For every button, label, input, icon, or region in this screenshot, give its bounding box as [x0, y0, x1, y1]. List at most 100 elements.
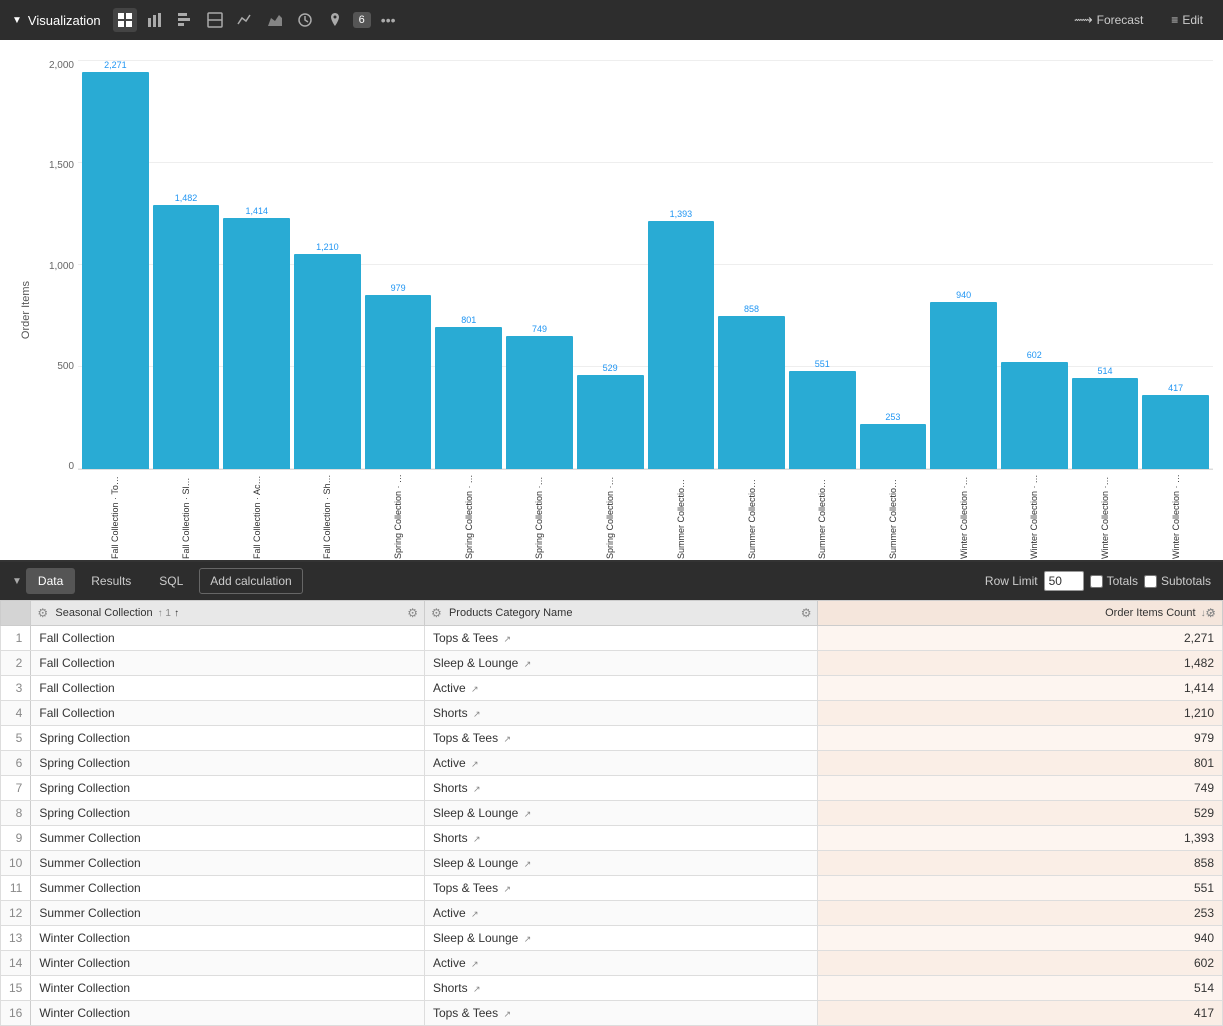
table-view-icon[interactable] — [113, 8, 137, 32]
bar-group: 1,414 — [223, 60, 290, 469]
bar-group: 551 — [789, 60, 856, 469]
table-row: 11Summer CollectionTops & Tees ↗551 — [1, 876, 1223, 901]
column-chart-icon[interactable] — [173, 8, 197, 32]
bar[interactable] — [577, 375, 644, 469]
row-number: 14 — [1, 951, 31, 976]
table-row: 4Fall CollectionShorts ↗1,210 — [1, 701, 1223, 726]
x-label-text: Spring Collection · Sleep & Lounge ↗ — [605, 474, 615, 559]
x-label-group: Summer Collection · Active ↗ — [860, 470, 927, 560]
bar[interactable] — [1072, 378, 1139, 469]
subtotals-checkbox[interactable] — [1144, 575, 1157, 588]
cell-seasonal: Fall Collection — [31, 701, 425, 726]
edit-label: Edit — [1182, 13, 1203, 27]
row-number: 1 — [1, 626, 31, 651]
cell-seasonal: Winter Collection — [31, 951, 425, 976]
table-row: 14Winter CollectionActive ↗602 — [1, 951, 1223, 976]
th-products[interactable]: ⚙ Products Category Name ⚙ — [424, 601, 818, 626]
th-count[interactable]: Order Items Count ↓ 2 ⚙ — [818, 601, 1223, 626]
map-pin-icon[interactable] — [323, 8, 347, 32]
bar[interactable] — [930, 302, 997, 469]
clock-icon[interactable] — [293, 8, 317, 32]
x-label-group: Fall Collection · Active ↗ — [223, 470, 290, 560]
more-options-icon[interactable]: ••• — [377, 8, 400, 32]
cell-seasonal: Spring Collection — [31, 776, 425, 801]
table-wrapper: ⚙ Seasonal Collection ↑ 1 ⚙ ⚙ Products C… — [0, 600, 1223, 1026]
bar[interactable] — [506, 336, 573, 469]
bar[interactable] — [789, 371, 856, 469]
row-number: 8 — [1, 801, 31, 826]
bar-group: 417 — [1142, 60, 1209, 469]
y-label-500: 500 — [57, 361, 74, 372]
x-label-text: Fall Collection · Tops & Tees ↗ — [110, 474, 120, 559]
cell-seasonal: Fall Collection — [31, 651, 425, 676]
line-chart-icon[interactable] — [233, 8, 257, 32]
chart-container: Order Items 2,000 1,500 1,000 500 0 2,27… — [0, 40, 1223, 560]
number-badge[interactable]: 6 — [353, 12, 371, 28]
th-products-settings[interactable]: ⚙ — [801, 606, 812, 620]
cell-seasonal: Winter Collection — [31, 976, 425, 1001]
bar[interactable] — [153, 205, 220, 469]
x-label-text: Fall Collection · Active ↗ — [252, 474, 262, 559]
table-row: 8Spring CollectionSleep & Lounge ↗529 — [1, 801, 1223, 826]
row-number: 5 — [1, 726, 31, 751]
bar-value: 749 — [532, 324, 547, 334]
x-label-group: Summer Collection · Tops & Tees ↗ — [789, 470, 856, 560]
bar[interactable] — [718, 316, 785, 469]
cell-products: Tops & Tees ↗ — [424, 1001, 818, 1026]
th-seasonal-gear[interactable]: ⚙ — [37, 606, 48, 620]
table-row: 12Summer CollectionActive ↗253 — [1, 901, 1223, 926]
tab-results[interactable]: Results — [79, 568, 143, 594]
cell-seasonal: Summer Collection — [31, 851, 425, 876]
add-calculation-button[interactable]: Add calculation — [199, 568, 302, 594]
y-label-2000: 2,000 — [49, 60, 74, 71]
bar-group: 749 — [506, 60, 573, 469]
tab-data[interactable]: Data — [26, 568, 75, 594]
bar[interactable] — [294, 254, 361, 469]
bar[interactable] — [648, 221, 715, 469]
bar[interactable] — [435, 327, 502, 469]
row-number: 7 — [1, 776, 31, 801]
dropdown-arrow-icon[interactable]: ▼ — [12, 15, 22, 26]
table-row: 6Spring CollectionActive ↗801 — [1, 751, 1223, 776]
toolbar-title: Visualization — [28, 13, 101, 28]
forecast-button[interactable]: ⟿ Forecast — [1066, 8, 1151, 32]
bar-group: 529 — [577, 60, 644, 469]
toolbar-right-actions: ⟿ Forecast ≡ Edit — [1066, 8, 1211, 32]
bar[interactable] — [1142, 395, 1209, 469]
tab-sql[interactable]: SQL — [147, 568, 195, 594]
bar-value: 1,414 — [245, 206, 268, 216]
table-row: 9Summer CollectionShorts ↗1,393 — [1, 826, 1223, 851]
x-labels: Fall Collection · Tops & Tees ↗ Fall Coll… — [78, 470, 1213, 560]
totals-checkbox[interactable] — [1090, 575, 1103, 588]
bar[interactable] — [1001, 362, 1068, 469]
scatter-icon[interactable] — [203, 8, 227, 32]
bar-group: 253 — [860, 60, 927, 469]
bar[interactable] — [223, 218, 290, 469]
x-label-text: Summer Collection · Sleep & Lounge ↗ — [747, 474, 757, 559]
bar[interactable] — [82, 72, 149, 469]
x-label-text: Winter Collection · Shorts ↗ — [1100, 474, 1110, 559]
row-limit-input[interactable] — [1044, 571, 1084, 591]
cell-products: Sleep & Lounge ↗ — [424, 926, 818, 951]
bar[interactable] — [860, 424, 927, 469]
th-seasonal[interactable]: ⚙ Seasonal Collection ↑ 1 ⚙ — [31, 601, 425, 626]
cell-products: Tops & Tees ↗ — [424, 726, 818, 751]
cell-seasonal: Fall Collection — [31, 626, 425, 651]
th-count-settings[interactable]: ⚙ — [1205, 606, 1216, 620]
data-toolbar: ▼ Data Results SQL Add calculation Row L… — [0, 562, 1223, 600]
cell-products: Sleep & Lounge ↗ — [424, 651, 818, 676]
data-dropdown-arrow[interactable]: ▼ — [12, 576, 22, 587]
bar-chart-icon[interactable] — [143, 8, 167, 32]
th-seasonal-settings[interactable]: ⚙ — [407, 606, 418, 620]
cell-products: Shorts ↗ — [424, 976, 818, 1001]
cell-count: 801 — [818, 751, 1223, 776]
area-chart-icon[interactable] — [263, 8, 287, 32]
cell-products: Active ↗ — [424, 951, 818, 976]
bar-group: 940 — [930, 60, 997, 469]
edit-button[interactable]: ≡ Edit — [1163, 9, 1211, 31]
cell-seasonal: Winter Collection — [31, 926, 425, 951]
bar[interactable] — [365, 295, 432, 469]
y-label-1500: 1,500 — [49, 160, 74, 171]
row-number: 10 — [1, 851, 31, 876]
th-products-gear-left[interactable]: ⚙ — [431, 606, 442, 620]
